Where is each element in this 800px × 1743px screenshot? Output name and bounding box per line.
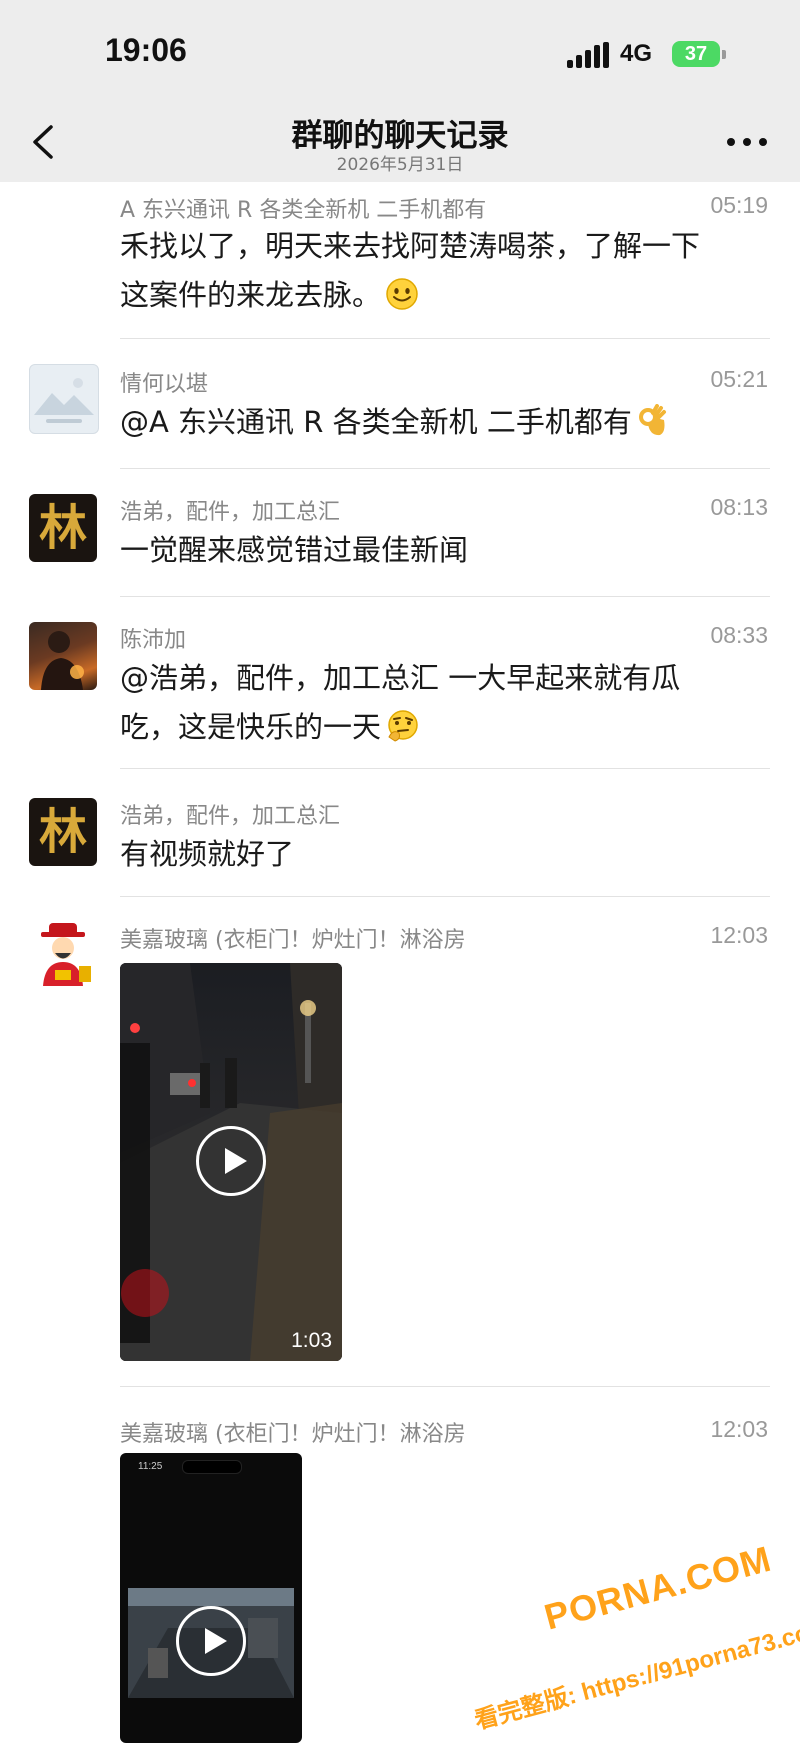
avatar[interactable]: 林 [29,494,97,562]
avatar-lin-glyph: 林 [38,804,87,860]
chat-message[interactable]: 情何以堪 05:21 @A 东兴通讯 R 各类全新机 二手机都有 [0,342,800,470]
sender-name: 情何以堪 [120,372,209,397]
more-options-icon[interactable] [727,138,767,148]
message-time: 05:19 [710,192,768,218]
ok-hand-emoji-icon [638,404,666,436]
video-message[interactable]: 11:25 [120,1453,302,1743]
battery-tip [722,50,726,59]
divider [120,338,770,339]
network-type: 4G [620,40,653,67]
embedded-phone-time: 11:25 [138,1461,163,1472]
chat-message[interactable]: 林 浩弟，配件，加工总汇 有视频就好了 [0,770,800,898]
avatar[interactable] [29,364,99,434]
play-icon[interactable] [176,1606,246,1676]
message-time: 12:03 [710,1416,768,1442]
page-subtitle-date: 2026年5月31日 [336,155,464,175]
embedded-dynamic-island [182,1460,242,1474]
placeholder-image-icon [34,378,94,423]
sender-name: 浩弟，配件，加工总汇 [120,804,341,829]
fortune-god-avatar-image [41,923,91,986]
signal-icon [567,42,609,68]
sender-name: A 东兴通讯 R 各类全新机 二手机都有 [120,198,487,223]
play-icon[interactable] [196,1126,266,1196]
avatar[interactable] [29,920,97,988]
page-title: 群聊的聊天记录 [291,118,509,154]
sender-name: 美嘉玻璃 (衣柜门！炉灶门！淋浴房 [120,928,466,953]
chat-message[interactable]: 陈沛加 08:33 @浩弟，配件，加工总汇 一大早起来就有瓜 吃，这是快乐的一天 [0,598,800,770]
chat-message[interactable]: 美嘉玻璃 (衣柜门！炉灶门！淋浴房 12:03 11:25 [0,1388,800,1743]
thinking-emoji-icon [388,710,418,742]
battery-icon: 37 [672,41,720,67]
avatar[interactable]: 林 [29,798,97,866]
message-text: 一觉醒来感觉错过最佳新闻 [120,533,469,567]
message-time: 05:21 [710,366,768,392]
message-text: @浩弟，配件，加工总汇 一大早起来就有瓜 吃，这是快乐的一天 [120,661,681,744]
message-text: @A 东兴通讯 R 各类全新机 二手机都有 [120,398,770,447]
avatar-lin-glyph: 林 [38,500,87,556]
smile-emoji-icon [386,278,418,310]
navigation-bar: 群聊的聊天记录 2026年5月31日 [0,100,800,182]
divider [120,768,770,769]
sender-name: 美嘉玻璃 (衣柜门！炉灶门！淋浴房 [120,1422,466,1447]
photo-avatar-image [41,631,84,690]
chat-message[interactable]: A 东兴通讯 R 各类全新机 二手机都有 05:19 禾找以了，明天来去找阿楚涛… [0,182,800,342]
divider [120,896,770,897]
video-message[interactable]: 1:03 [120,963,342,1361]
status-time: 19:06 [105,32,187,68]
chat-message[interactable]: 林 浩弟，配件，加工总汇 08:13 一觉醒来感觉错过最佳新闻 [0,470,800,598]
message-text: 禾找以了，明天来去找阿楚涛喝茶，了解一下 这案件的来龙去脉。 [120,229,701,312]
video-duration: 1:03 [291,1329,332,1352]
divider [120,596,770,597]
status-bar: 19:06 4G 37 [0,0,800,100]
chat-message[interactable]: 美嘉玻璃 (衣柜门！炉灶门！淋浴房 12:03 1:03 [0,898,800,1388]
message-time: 08:33 [710,622,768,648]
divider [120,468,770,469]
divider [120,1386,770,1387]
sender-name: 陈沛加 [120,628,187,653]
message-text: 有视频就好了 [120,837,295,871]
message-time: 12:03 [710,922,768,948]
sender-name: 浩弟，配件，加工总汇 [120,500,341,525]
message-time: 08:13 [710,494,768,520]
avatar[interactable] [29,622,97,690]
